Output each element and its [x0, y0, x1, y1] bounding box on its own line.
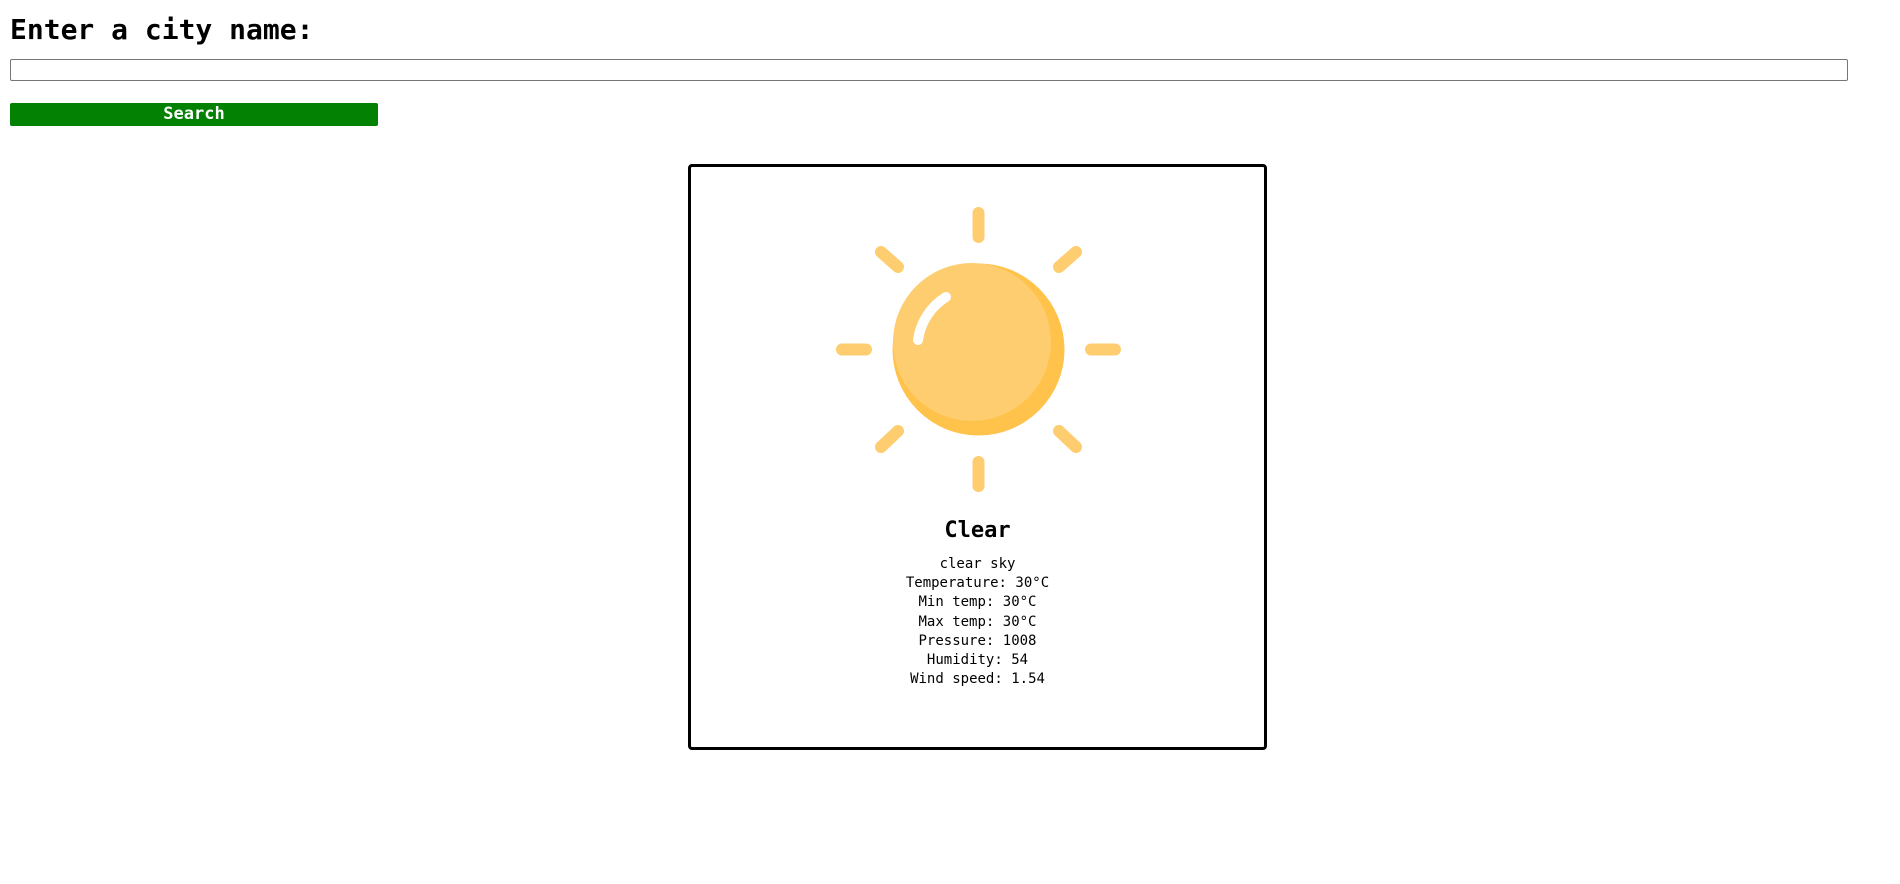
weather-condition: Clear [944, 518, 1011, 543]
search-button[interactable]: Search [10, 103, 378, 126]
temperature-value: Temperature: 30°C [905, 575, 1050, 592]
page-title: Enter a city name: [10, 13, 314, 46]
sun-ray-top-right [1053, 246, 1082, 273]
city-search-input[interactable] [10, 59, 1848, 81]
min-temp-value: Min temp: 30°C [918, 594, 1037, 611]
pressure-value: Pressure: 1008 [918, 632, 1037, 649]
weather-card: Clear clear sky Temperature: 30°C Min te… [688, 164, 1267, 750]
sun-ray-bottom-left [875, 425, 904, 453]
max-temp-value: Max temp: 30°C [918, 613, 1037, 630]
weather-details: clear sky Temperature: 30°C Min temp: 30… [691, 555, 1264, 689]
wind-speed-value: Wind speed: 1.54 [910, 671, 1045, 688]
sun-ray-bottom-right [1053, 425, 1082, 453]
humidity-value: Humidity: 54 [926, 652, 1029, 669]
weather-description: clear sky [939, 556, 1016, 572]
sun-icon [836, 207, 1121, 492]
sun-ray-top-left [875, 246, 904, 273]
